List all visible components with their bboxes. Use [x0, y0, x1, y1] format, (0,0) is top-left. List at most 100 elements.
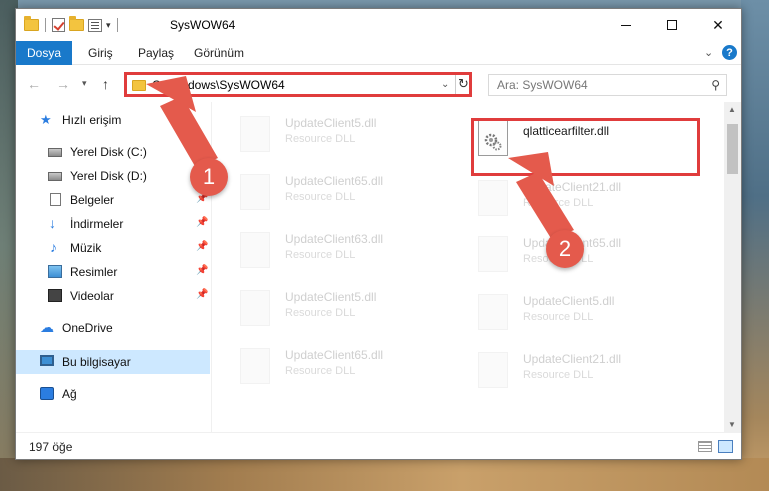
drive-icon	[48, 148, 62, 157]
address-bar[interactable]: C:\Windows\SysWOW64 ⌄ ↻	[124, 72, 472, 97]
customize-toolbar-chevron-icon[interactable]: ▾	[106, 20, 111, 31]
search-placeholder: Ara: SysWOW64	[497, 78, 588, 92]
folder-icon	[24, 16, 39, 31]
close-button[interactable]: ✕	[695, 9, 741, 41]
file-item[interactable]: UpdateClient65.dll Resource DLL	[214, 166, 414, 216]
sidebar-item-network[interactable]: Ağ	[16, 382, 210, 406]
search-icon[interactable]: ⚲	[711, 78, 720, 92]
sidebar-item-label: Hızlı erişim	[62, 113, 122, 127]
sidebar-item-downloads[interactable]: ↓ İndirmeler 📌	[16, 212, 210, 236]
status-bar: 197 öğe	[16, 432, 741, 459]
tab-file[interactable]: Dosya	[16, 41, 72, 65]
file-item[interactable]: UpdateClient65.dll Resource DLL	[214, 340, 414, 390]
documents-icon	[50, 193, 61, 206]
minimize-button[interactable]	[603, 9, 649, 41]
file-name: UpdateClient63.dll	[285, 232, 384, 246]
dll-file-icon	[240, 348, 270, 384]
tab-home[interactable]: Giriş	[88, 46, 113, 60]
help-icon[interactable]: ?	[722, 45, 737, 60]
file-name: UpdateClient65.dll	[285, 174, 384, 188]
toolbar-divider	[45, 18, 46, 32]
file-item[interactable]: UpdateClient5.dll Resource DLL	[214, 282, 414, 332]
file-name: UpdateClient5.dll	[285, 116, 377, 130]
vertical-scrollbar[interactable]: ▲ ▼	[724, 102, 741, 432]
file-type: Resource DLL	[285, 307, 356, 319]
file-item[interactable]: UpdateClient21.dll Resource DLL	[452, 344, 652, 394]
sidebar-item-videos[interactable]: Videolar 📌	[16, 284, 210, 308]
pin-icon[interactable]: 📌	[196, 217, 208, 228]
up-arrow-icon[interactable]: ↑	[102, 76, 109, 92]
file-type: Resource DLL	[285, 133, 356, 145]
window-title: SysWOW64	[170, 18, 236, 32]
sidebar-item-onedrive[interactable]: ☁ OneDrive	[16, 316, 210, 340]
highlight-box-file	[471, 118, 700, 176]
sidebar-item-local-disk-c[interactable]: Yerel Disk (C:) 📌	[16, 140, 210, 164]
videos-icon	[48, 289, 62, 302]
maximize-icon	[667, 20, 677, 30]
properties-check-icon[interactable]	[52, 18, 65, 32]
dll-file-icon	[478, 294, 508, 330]
details-view-icon[interactable]	[698, 441, 712, 452]
music-icon: ♪	[50, 239, 57, 255]
file-name: UpdateClient21.dll	[523, 352, 622, 366]
navigation-bar: ← → ▾ ↑ C:\Windows\SysWOW64 ⌄ ↻ Ara: Sys…	[16, 66, 741, 102]
file-type: Resource DLL	[523, 311, 594, 323]
properties-icon[interactable]	[88, 18, 102, 32]
annotation-step-2: 2	[546, 230, 584, 268]
close-icon: ✕	[712, 16, 724, 33]
pin-icon[interactable]: 📌	[196, 265, 208, 276]
network-icon	[40, 387, 54, 400]
address-folder-icon	[132, 80, 146, 91]
scroll-down-icon[interactable]: ▼	[728, 420, 736, 429]
sidebar-item-label: Belgeler	[70, 193, 115, 207]
address-history-chevron-icon[interactable]: ⌄	[441, 79, 449, 90]
sidebar-item-label: Bu bilgisayar	[62, 355, 131, 369]
dll-file-icon	[240, 116, 270, 152]
file-item[interactable]: UpdateClient5.dll Resource DLL	[452, 286, 652, 336]
forward-arrow-icon[interactable]: →	[56, 76, 70, 92]
sidebar-item-pictures[interactable]: Resimler 📌	[16, 260, 210, 284]
sidebar-item-music[interactable]: ♪ Müzik 📌	[16, 236, 210, 260]
toolbar-divider	[116, 18, 118, 32]
dll-file-icon	[478, 180, 508, 216]
sidebar-item-this-pc[interactable]: Bu bilgisayar	[16, 350, 210, 374]
ribbon-tabs: Dosya Giriş Paylaş Görünüm ⌄ ?	[16, 41, 741, 65]
sidebar-item-quick-access[interactable]: ★ Hızlı erişim	[16, 108, 210, 132]
title-bar: ▾ SysWOW64 ✕	[16, 9, 741, 41]
pin-icon[interactable]: 📌	[196, 241, 208, 252]
scrollbar-thumb[interactable]	[727, 124, 738, 174]
file-explorer-window: ▾ SysWOW64 ✕ Dosya Giriş Paylaş Görünüm …	[15, 8, 742, 460]
sidebar-item-local-disk-d[interactable]: Yerel Disk (D:)	[16, 164, 210, 188]
pin-icon[interactable]: 📌	[196, 289, 208, 300]
file-item[interactable]: UpdateClient5.dll Resource DLL	[214, 108, 414, 158]
expand-ribbon-chevron-icon[interactable]: ⌄	[704, 46, 713, 59]
file-type: Resource DLL	[523, 369, 594, 381]
new-folder-icon[interactable]	[69, 16, 84, 31]
tab-view[interactable]: Görünüm	[194, 46, 244, 60]
downloads-icon: ↓	[49, 215, 56, 231]
file-type: Resource DLL	[285, 365, 356, 377]
file-name: UpdateClient21.dll	[523, 180, 622, 194]
cloud-icon: ☁	[40, 319, 54, 335]
recent-locations-chevron-icon[interactable]: ▾	[82, 78, 87, 89]
file-item[interactable]: UpdateClient63.dll Resource DLL	[214, 224, 414, 274]
refresh-icon[interactable]: ↻	[458, 76, 469, 92]
computer-icon	[40, 355, 54, 366]
sidebar-item-label: OneDrive	[62, 321, 113, 335]
sidebar-item-label: Yerel Disk (D:)	[70, 169, 147, 183]
dll-file-icon	[240, 290, 270, 326]
sidebar-item-documents[interactable]: Belgeler 📌	[16, 188, 210, 212]
file-name: UpdateClient5.dll	[285, 290, 377, 304]
back-arrow-icon[interactable]: ←	[27, 76, 41, 92]
scroll-up-icon[interactable]: ▲	[728, 105, 736, 114]
maximize-button[interactable]	[649, 9, 695, 41]
file-list: UpdateClient5.dll Resource DLL UpdateCli…	[214, 102, 724, 432]
address-path[interactable]: C:\Windows\SysWOW64	[152, 78, 285, 92]
tab-share[interactable]: Paylaş	[138, 46, 174, 60]
pin-icon[interactable]: 📌	[196, 145, 208, 156]
quick-access-toolbar: ▾	[24, 16, 120, 33]
file-item[interactable]: UpdateClient21.dll Resource DLL	[452, 172, 652, 222]
file-type: Resource DLL	[285, 249, 356, 261]
large-icons-view-icon[interactable]	[718, 440, 733, 453]
search-input[interactable]: Ara: SysWOW64 ⚲	[488, 74, 727, 96]
